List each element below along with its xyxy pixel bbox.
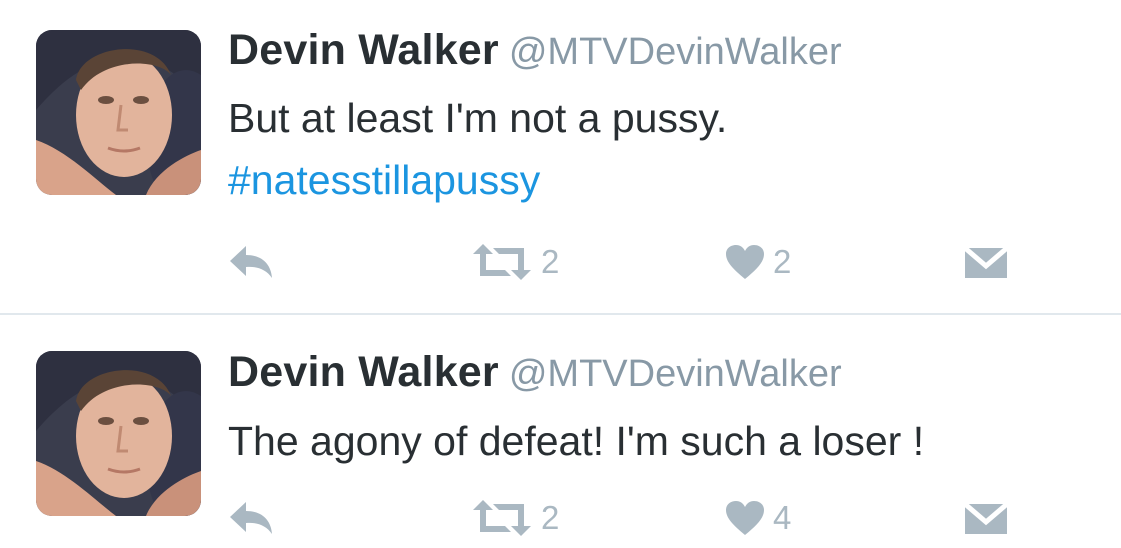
direct-message-button[interactable] [964,493,1008,543]
tweet-text: The agony of defeat! I'm such a loser ! [228,410,924,472]
like-count: 4 [773,499,792,536]
reply-button[interactable] [228,237,276,287]
tweet-text: But at least I'm not a pussy. #natesstil… [228,87,727,211]
author-name[interactable]: Devin Walker [228,26,499,74]
direct-message-button[interactable] [964,237,1008,287]
author-handle[interactable]: @MTVDevinWalker [509,353,842,395]
author-handle[interactable]: @MTVDevinWalker [509,31,842,73]
tweet[interactable]: Devin Walker @MTVDevinWalker But at least… [0,0,1121,314]
tweet-actions: 2 2 [228,237,1028,287]
retweet-count: 2 [541,499,560,536]
reply-icon [228,500,276,536]
hashtag-link[interactable]: #natesstillapussy [228,149,727,211]
like-button[interactable]: 4 [725,493,791,543]
tweet-body: But at least I'm not a pussy. [228,95,728,141]
heart-icon [725,500,765,536]
reply-icon [228,244,276,280]
envelope-icon [964,244,1008,280]
tweet-actions: 2 4 [228,493,1028,543]
like-count: 2 [773,243,792,280]
tweet[interactable]: Devin Walker @MTVDevinWalker The agony of… [0,315,1121,548]
like-button[interactable]: 2 [725,237,791,287]
reply-button[interactable] [228,493,276,543]
tweet-body: The agony of defeat! I'm such a loser ! [228,418,925,464]
avatar[interactable] [36,351,201,516]
retweet-button[interactable]: 2 [471,237,559,287]
author-name[interactable]: Devin Walker [228,348,499,396]
tweet-header: Devin Walker @MTVDevinWalker [228,348,842,406]
retweet-button[interactable]: 2 [471,493,559,543]
retweet-count: 2 [541,243,560,280]
heart-icon [725,244,765,280]
retweet-icon [471,498,533,538]
avatar[interactable] [36,30,201,195]
tweet-header: Devin Walker @MTVDevinWalker [228,26,842,84]
retweet-icon [471,242,533,282]
envelope-icon [964,500,1008,536]
